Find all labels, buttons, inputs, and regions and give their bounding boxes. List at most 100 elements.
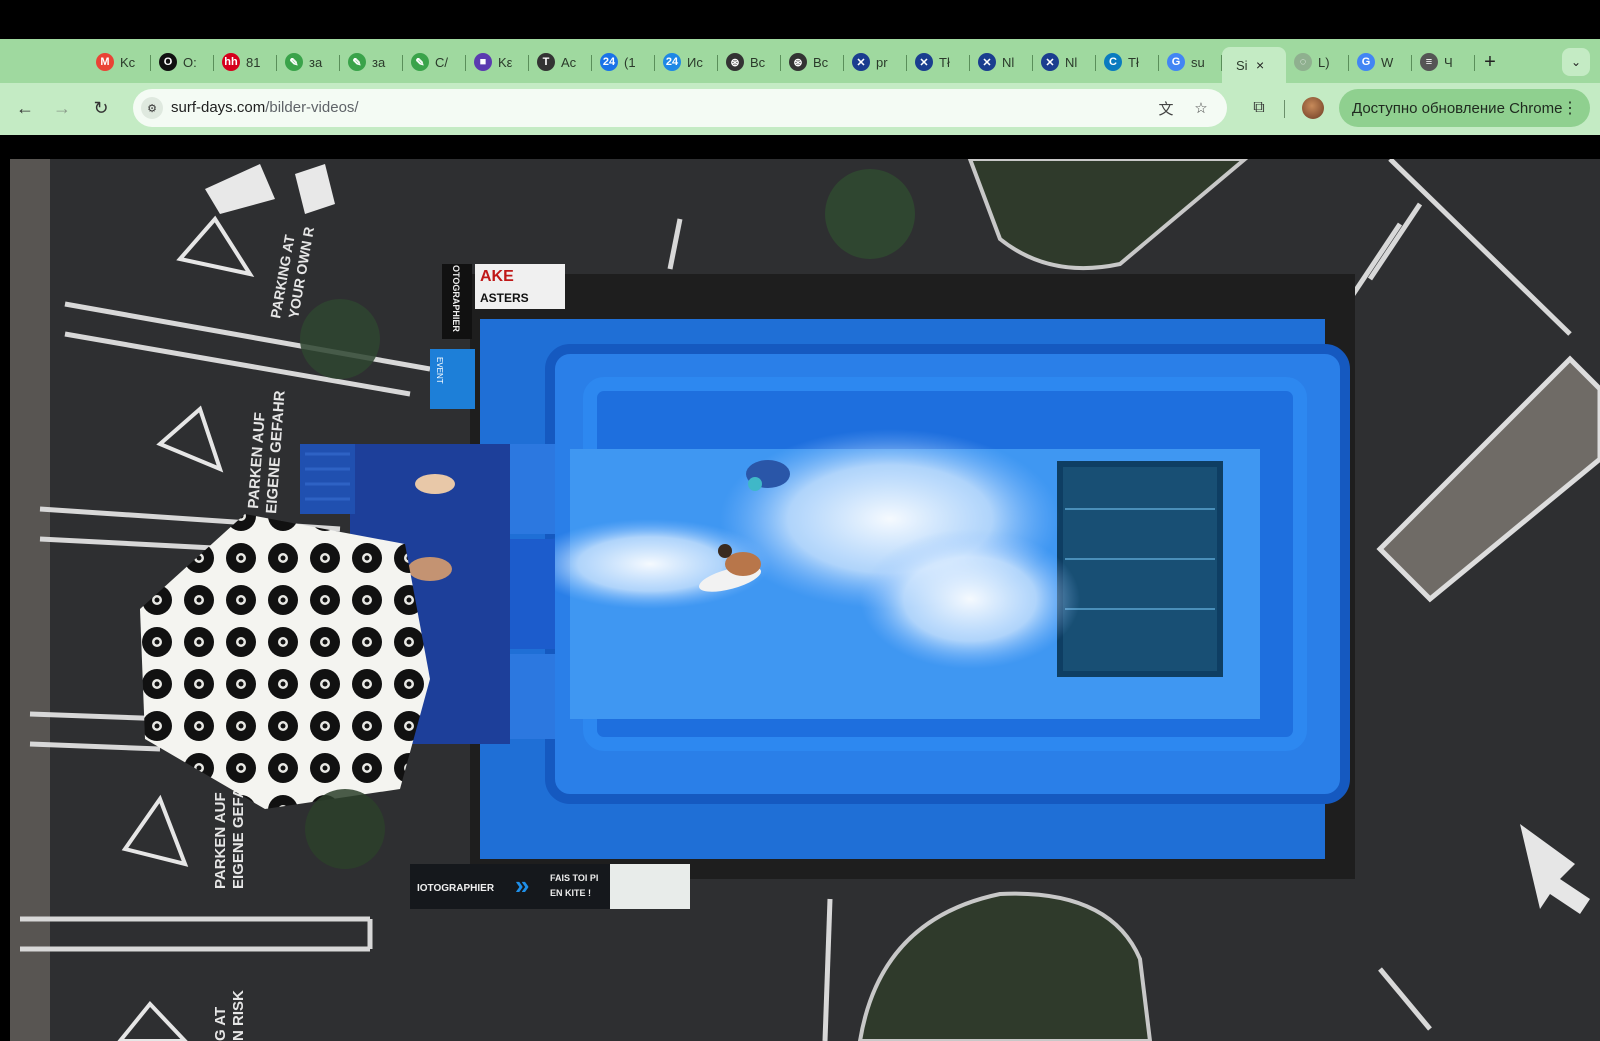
google-icon: G (1357, 53, 1375, 71)
browser-tab[interactable]: T Ac (529, 47, 592, 77)
wave-icon: C (1104, 53, 1122, 71)
browser-tab[interactable]: 24 Иc (655, 47, 718, 77)
x-circle-icon: ✕ (978, 53, 996, 71)
gmail-icon: M (96, 53, 114, 71)
openai-icon: ⊛ (789, 53, 807, 71)
tab-title: (1 (624, 54, 636, 70)
close-icon[interactable]: × (1256, 57, 1264, 73)
browser-tab[interactable]: GW (1349, 47, 1412, 77)
circle-t-icon: T (537, 53, 555, 71)
url-domain: surf-days.com (171, 99, 266, 116)
browser-tab[interactable]: ✕ pr (844, 47, 907, 77)
svg-text:»: » (515, 870, 529, 900)
forward-button[interactable]: → (47, 93, 77, 123)
tab-title: Kε (498, 54, 513, 70)
top-black-bar (0, 0, 1600, 39)
tab-title: Kc (120, 54, 136, 70)
toolbar-divider (1284, 100, 1285, 118)
square-icon: ■ (474, 53, 492, 71)
page-content: PARKING AT YOUR OWN R PARKEN AUF EIGENE … (0, 135, 1600, 1041)
24-circle-icon: 24 (663, 53, 681, 71)
browser-tab[interactable]: ≡ Ч (1412, 47, 1475, 77)
browser-tab[interactable]: hh 81 (214, 47, 277, 77)
address-bar[interactable]: ⚙ surf-days.com/bilder-videos/ 文 ☆ (133, 89, 1227, 127)
svg-text:FAIS TOI PI: FAIS TOI PI (550, 873, 598, 883)
update-label: Доступно обновление Chrome (1352, 99, 1563, 117)
tab-title: Nl (1002, 54, 1015, 70)
svg-text:G AT: G AT (212, 1007, 229, 1041)
chrome-update-button[interactable]: Доступно обновление Chrome ⋮ (1339, 89, 1590, 127)
tab-title: Иc (687, 54, 703, 70)
tab-title: Bc (813, 54, 829, 70)
hh-icon: hh (222, 53, 240, 71)
chevron-down-icon: ⌄ (1570, 55, 1582, 69)
browser-tab-active[interactable]: Si × (1222, 47, 1286, 83)
browser-tab[interactable]: ✎ C/ (403, 47, 466, 77)
browser-tab[interactable]: C Tł (1096, 47, 1159, 77)
tab-title: Tł (939, 54, 950, 70)
browser-tab[interactable]: ■ Kε (466, 47, 529, 77)
browser-tab[interactable]: ⊛ Bc (781, 47, 844, 77)
back-button[interactable]: ← (10, 93, 40, 123)
reload-button[interactable]: ↻ (86, 93, 116, 123)
x-circle-icon: ✕ (1041, 53, 1059, 71)
browser-tab[interactable]: ✎ за (277, 47, 340, 77)
navigation-bar: ← → ↻ ⚙ surf-days.com/bilder-videos/ 文 ☆… (0, 83, 1600, 135)
tab-title: Ч (1444, 54, 1453, 70)
reload-icon: ↻ (93, 97, 109, 118)
browser-tab[interactable]: O O: (151, 47, 214, 77)
puzzle-icon: ⧉ (1253, 99, 1265, 116)
browser-tab[interactable]: ⊛ Bc (718, 47, 781, 77)
tab-title: Bc (750, 54, 766, 70)
site-info-icon[interactable]: ⚙ (141, 97, 163, 119)
24-icon: 24 (600, 53, 618, 71)
x-circle-icon: ✕ (915, 53, 933, 71)
svg-text:EVENT: EVENT (435, 357, 444, 384)
svg-text:PARKEN AUF: PARKEN AUF (212, 792, 229, 889)
more-menu-icon[interactable]: ⋮ (1562, 98, 1578, 118)
leaf-icon: ✎ (348, 53, 366, 71)
tab-title: за (309, 54, 323, 70)
tab-search-button[interactable]: ⌄ (1562, 48, 1590, 76)
svg-text:IOTOGRAPHIER: IOTOGRAPHIER (417, 883, 495, 894)
tab-title: pr (876, 54, 888, 70)
svg-text:N RISK: N RISK (230, 990, 247, 1041)
arrow-right-icon: → (53, 97, 71, 118)
openai-icon: ⊛ (726, 53, 744, 71)
blank-page-icon: ◌ (1294, 53, 1312, 71)
browser-tab[interactable]: ◌ L) (1286, 47, 1349, 77)
svg-text:EIGENE GEFA: EIGENE GEFA (230, 787, 247, 889)
tab-title: O: (183, 54, 197, 70)
tab-title: Si (1236, 57, 1248, 73)
browser-tab[interactable]: ✕ Nl (970, 47, 1033, 77)
url-text[interactable]: surf-days.com/bilder-videos/ (171, 99, 359, 116)
browser-tab[interactable]: ✕ Nl (1033, 47, 1096, 77)
svg-text:ASTERS: ASTERS (480, 291, 529, 305)
browser-tab[interactable]: Gsu (1159, 47, 1222, 77)
leaf-icon: ✎ (285, 53, 303, 71)
google-icon: G (1167, 53, 1185, 71)
profile-avatar[interactable] (1302, 97, 1324, 119)
translate-icon[interactable]: 文 (1156, 98, 1176, 118)
aerial-surf-photo: PARKING AT YOUR OWN R PARKEN AUF EIGENE … (10, 159, 1600, 1041)
tab-title: su (1191, 54, 1205, 70)
browser-tab[interactable]: ✎ за (340, 47, 403, 77)
x-circle-icon: ✕ (852, 53, 870, 71)
svg-text:AKE: AKE (480, 268, 514, 285)
tab-title: за (372, 54, 386, 70)
tab-strip: M Kc O O: hh 81 ✎ за ✎ за ✎ C/ ■ Kε T Ac 24 (1 24 Иc ⊛ Bc ⊛ Bc ✕… (0, 39, 1600, 83)
extensions-button[interactable]: ⧉ (1244, 93, 1274, 123)
browser-tab[interactable]: ✕ Tł (907, 47, 970, 77)
browser-tab[interactable]: M Kc (88, 47, 151, 77)
svg-text:EN KITE !: EN KITE ! (550, 888, 591, 898)
new-tab-button[interactable]: + (1475, 47, 1505, 77)
browser-tab[interactable]: 24 (1 (592, 47, 655, 77)
tab-title: 81 (246, 54, 261, 70)
bookmark-star-icon[interactable]: ☆ (1191, 98, 1211, 118)
browser-chrome: M Kc O O: hh 81 ✎ за ✎ за ✎ C/ ■ Kε T Ac 24 (1 24 Иc ⊛ Bc ⊛ Bc ✕… (0, 39, 1600, 135)
opera-icon: O (159, 53, 177, 71)
arrow-left-icon: ← (16, 97, 34, 118)
tab-title: W (1381, 54, 1394, 70)
tab-title: L) (1318, 54, 1330, 70)
surf-wave-pool-image: PARKING AT YOUR OWN R PARKEN AUF EIGENE … (10, 159, 1600, 1041)
